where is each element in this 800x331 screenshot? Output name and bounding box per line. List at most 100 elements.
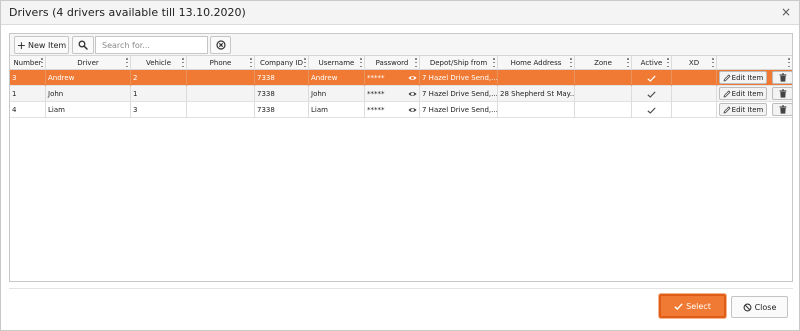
cell-driver: Liam bbox=[46, 102, 131, 118]
table-row[interactable]: 3 Andrew 2 7338 Andrew ***** 7 Hazel Dri… bbox=[10, 70, 792, 86]
cell-home-address bbox=[498, 102, 575, 118]
grid-toolbar: + New Item bbox=[10, 34, 792, 56]
cell-depot: 7 Hazel Drive Send,... bbox=[420, 86, 498, 102]
cell-active bbox=[632, 102, 672, 118]
column-header-xd[interactable]: XD bbox=[672, 56, 717, 70]
cell-zone bbox=[575, 70, 632, 86]
cell-xd bbox=[672, 86, 717, 102]
column-header-number[interactable]: Number bbox=[10, 56, 46, 70]
close-label: Close bbox=[754, 302, 777, 312]
password-mask: ***** bbox=[367, 90, 385, 98]
cell-actions: Edit Item bbox=[717, 86, 792, 102]
dialog-title: Drivers (4 drivers available till 13.10.… bbox=[9, 6, 246, 19]
cell-username: John bbox=[309, 86, 365, 102]
new-item-button[interactable]: + New Item bbox=[14, 36, 69, 54]
cell-driver: John bbox=[46, 86, 131, 102]
table-row[interactable]: 4 Liam 3 7338 Liam ***** 7 Hazel Drive S… bbox=[10, 102, 792, 118]
close-button[interactable]: Close bbox=[731, 296, 788, 318]
column-header-actions[interactable] bbox=[717, 56, 792, 70]
column-header-zone[interactable]: Zone bbox=[575, 56, 632, 70]
cell-number: 4 bbox=[10, 102, 46, 118]
cell-actions: Edit Item bbox=[717, 70, 792, 86]
trash-icon bbox=[779, 73, 786, 82]
checkmark-icon bbox=[647, 91, 656, 98]
vertical-dots-icon[interactable] bbox=[360, 58, 362, 67]
search-input[interactable] bbox=[95, 36, 208, 54]
cell-username: Andrew bbox=[309, 70, 365, 86]
clear-search-button[interactable] bbox=[210, 36, 231, 54]
column-header-password[interactable]: Password bbox=[365, 56, 420, 70]
trash-icon bbox=[779, 105, 786, 114]
vertical-dots-icon[interactable] bbox=[415, 58, 417, 67]
cell-xd bbox=[672, 102, 717, 118]
column-header-company-id[interactable]: Company ID bbox=[255, 56, 309, 70]
footer-divider bbox=[9, 288, 793, 289]
cell-active bbox=[632, 70, 672, 86]
select-button[interactable]: Select bbox=[659, 294, 726, 318]
cell-phone bbox=[187, 70, 255, 86]
vertical-dots-icon[interactable] bbox=[182, 58, 184, 67]
delete-button[interactable] bbox=[772, 87, 792, 100]
dialog-titlebar: Drivers (4 drivers available till 13.10.… bbox=[1, 1, 799, 25]
edit-item-label: Edit Item bbox=[731, 105, 764, 114]
eye-icon[interactable] bbox=[408, 106, 417, 114]
pencil-icon bbox=[723, 89, 731, 98]
trash-icon bbox=[779, 89, 786, 98]
cell-vehicle: 2 bbox=[131, 70, 187, 86]
cell-phone bbox=[187, 102, 255, 118]
cell-company-id: 7338 bbox=[255, 70, 309, 86]
cell-active bbox=[632, 86, 672, 102]
password-mask: ***** bbox=[367, 106, 385, 114]
eye-icon[interactable] bbox=[408, 74, 417, 82]
clear-circle-icon bbox=[215, 40, 226, 50]
column-header-vehicle[interactable]: Vehicle bbox=[131, 56, 187, 70]
cell-password: ***** bbox=[365, 102, 420, 118]
vertical-dots-icon[interactable] bbox=[788, 58, 790, 67]
edit-item-button[interactable]: Edit Item bbox=[719, 71, 767, 84]
close-icon[interactable]: × bbox=[781, 5, 791, 19]
vertical-dots-icon[interactable] bbox=[570, 58, 572, 67]
cell-password: ***** bbox=[365, 70, 420, 86]
plus-icon: + bbox=[16, 38, 26, 52]
cell-zone bbox=[575, 102, 632, 118]
vertical-dots-icon[interactable] bbox=[667, 58, 669, 67]
search-button[interactable] bbox=[72, 36, 94, 54]
cell-company-id: 7338 bbox=[255, 86, 309, 102]
vertical-dots-icon[interactable] bbox=[250, 58, 252, 67]
cell-number: 1 bbox=[10, 86, 46, 102]
column-header-home-address[interactable]: Home Address bbox=[498, 56, 575, 70]
pencil-icon bbox=[723, 105, 731, 114]
edit-item-button[interactable]: Edit Item bbox=[719, 87, 767, 100]
ban-circle-icon bbox=[743, 303, 752, 311]
checkmark-icon bbox=[674, 302, 683, 310]
edit-item-label: Edit Item bbox=[731, 89, 764, 98]
vertical-dots-icon[interactable] bbox=[627, 58, 629, 67]
cell-vehicle: 1 bbox=[131, 86, 187, 102]
checkmark-icon bbox=[647, 107, 656, 114]
column-header-active[interactable]: Active bbox=[632, 56, 672, 70]
column-header-username[interactable]: Username bbox=[309, 56, 365, 70]
cell-phone bbox=[187, 86, 255, 102]
delete-button[interactable] bbox=[772, 103, 792, 116]
cell-number: 3 bbox=[10, 70, 46, 86]
delete-button[interactable] bbox=[772, 71, 792, 84]
cell-depot: 7 Hazel Drive Send,... bbox=[420, 102, 498, 118]
edit-item-button[interactable]: Edit Item bbox=[719, 103, 767, 116]
vertical-dots-icon[interactable] bbox=[304, 58, 306, 67]
drivers-grid: + New Item Number Driver Vehic bbox=[9, 33, 793, 282]
vertical-dots-icon[interactable] bbox=[126, 58, 128, 67]
eye-icon[interactable] bbox=[408, 90, 417, 98]
vertical-dots-icon[interactable] bbox=[493, 58, 495, 67]
cell-vehicle: 3 bbox=[131, 102, 187, 118]
cell-username: Liam bbox=[309, 102, 365, 118]
column-header-depot[interactable]: Depot/Ship from bbox=[420, 56, 498, 70]
edit-item-label: Edit Item bbox=[731, 73, 764, 82]
vertical-dots-icon[interactable] bbox=[712, 58, 714, 67]
table-row[interactable]: 1 John 1 7338 John ***** 7 Hazel Drive S… bbox=[10, 86, 792, 102]
vertical-dots-icon[interactable] bbox=[41, 58, 43, 67]
column-header-driver[interactable]: Driver bbox=[46, 56, 131, 70]
cell-home-address: 28 Shepherd St May... bbox=[498, 86, 575, 102]
password-mask: ***** bbox=[367, 74, 385, 82]
drivers-dialog: Drivers (4 drivers available till 13.10.… bbox=[0, 0, 800, 331]
column-header-phone[interactable]: Phone bbox=[187, 56, 255, 70]
